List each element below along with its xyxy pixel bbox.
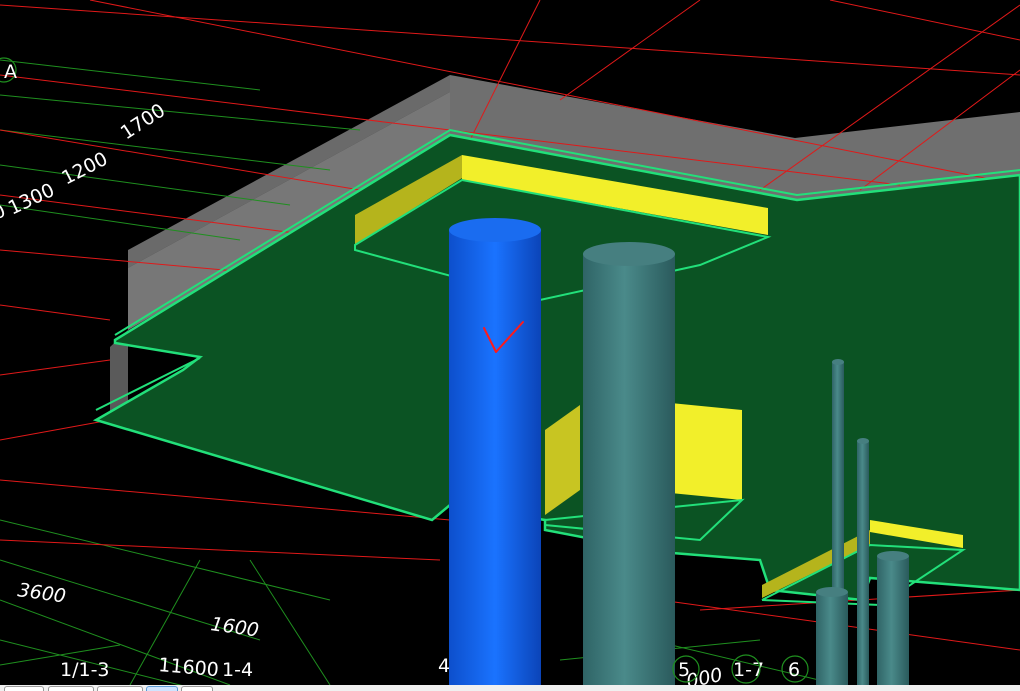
view-tab-1[interactable] (4, 686, 44, 691)
axis-label-1-1-3: 1/1-3 (60, 659, 110, 681)
axis-label-6: 6 (788, 659, 800, 681)
selected-column[interactable] (449, 230, 541, 685)
column-small-1[interactable] (816, 592, 848, 685)
axis-label-a: A (4, 61, 17, 83)
column-teal[interactable] (583, 254, 675, 685)
view-tab-bar (0, 685, 1020, 691)
view-tab-5[interactable] (181, 686, 213, 691)
view-tab-4[interactable] (146, 686, 178, 691)
column-small-2[interactable] (877, 556, 909, 685)
view-tab-3[interactable] (97, 686, 143, 691)
3d-model-viewport[interactable]: A 1700 1200 1300 0 3600 1600 1/1-3 11600… (0, 0, 1020, 685)
view-tab-2[interactable] (48, 686, 94, 691)
column-thin-2[interactable] (857, 441, 869, 685)
axis-label-1-4: 1-4 (222, 659, 253, 681)
axis-label-4: 4 (438, 655, 450, 677)
